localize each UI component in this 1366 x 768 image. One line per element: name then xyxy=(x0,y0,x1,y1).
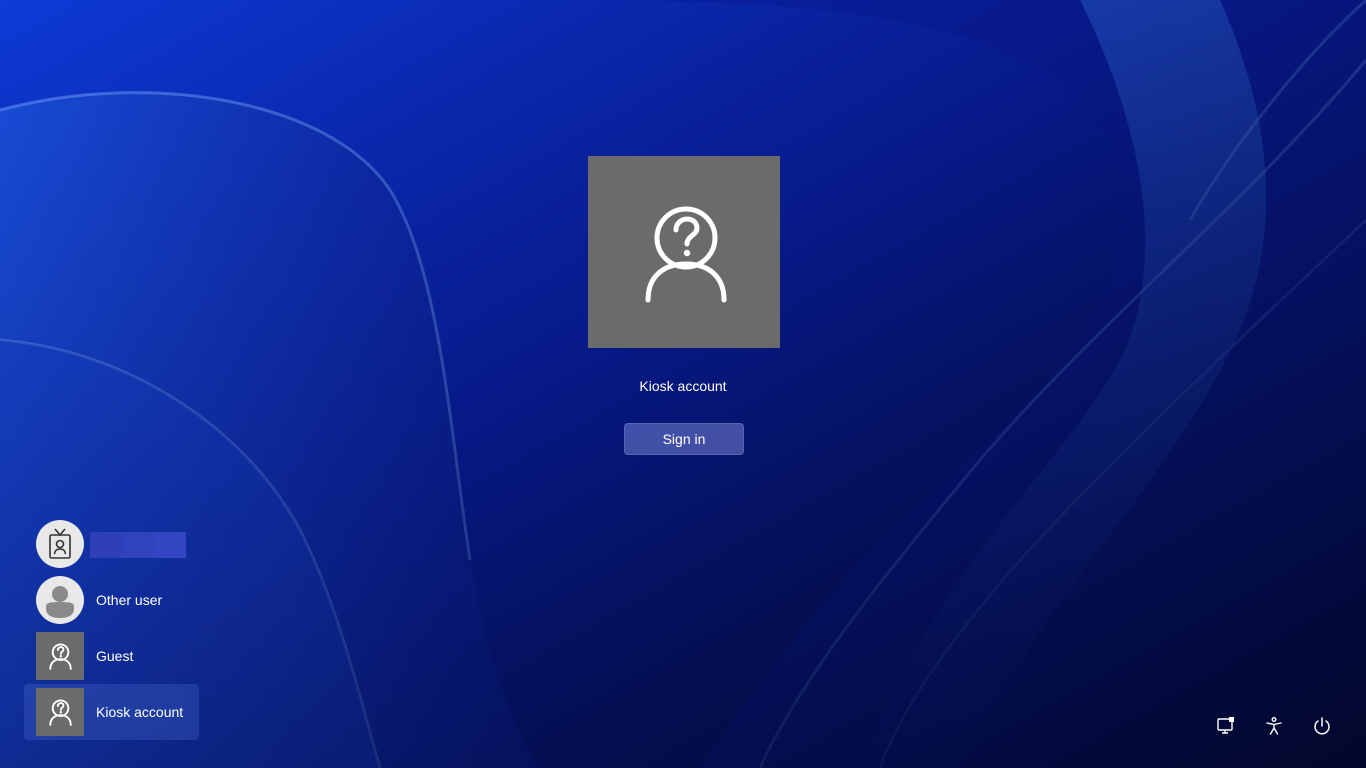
user-avatar xyxy=(36,688,84,736)
account-name: Kiosk account xyxy=(639,378,727,394)
network-icon[interactable] xyxy=(1214,714,1238,738)
power-icon[interactable] xyxy=(1310,714,1334,738)
user-avatar xyxy=(36,632,84,680)
user-list-item[interactable]: Other user xyxy=(24,572,199,628)
unknown-user-icon xyxy=(645,206,727,303)
redacted-username xyxy=(90,532,186,558)
user-label: Kiosk account xyxy=(96,704,184,720)
user-label: Guest xyxy=(96,648,134,664)
user-label: Other user xyxy=(96,592,163,608)
accessibility-icon[interactable] xyxy=(1262,714,1286,738)
unknown-user-icon xyxy=(49,643,72,670)
lock-screen: Kiosk account Sign in Other user Guest K… xyxy=(0,0,1366,768)
user-list-item[interactable]: Kiosk account xyxy=(24,684,199,740)
unknown-user-icon xyxy=(49,699,72,726)
user-list-item[interactable]: Guest xyxy=(24,628,199,684)
badge-icon xyxy=(49,528,71,559)
user-avatar xyxy=(36,576,84,624)
person-silhouette-icon xyxy=(46,586,74,618)
user-list-item[interactable] xyxy=(24,516,199,572)
sign-in-button[interactable]: Sign in xyxy=(624,423,744,455)
user-avatar xyxy=(36,520,84,568)
account-picture xyxy=(588,156,780,348)
